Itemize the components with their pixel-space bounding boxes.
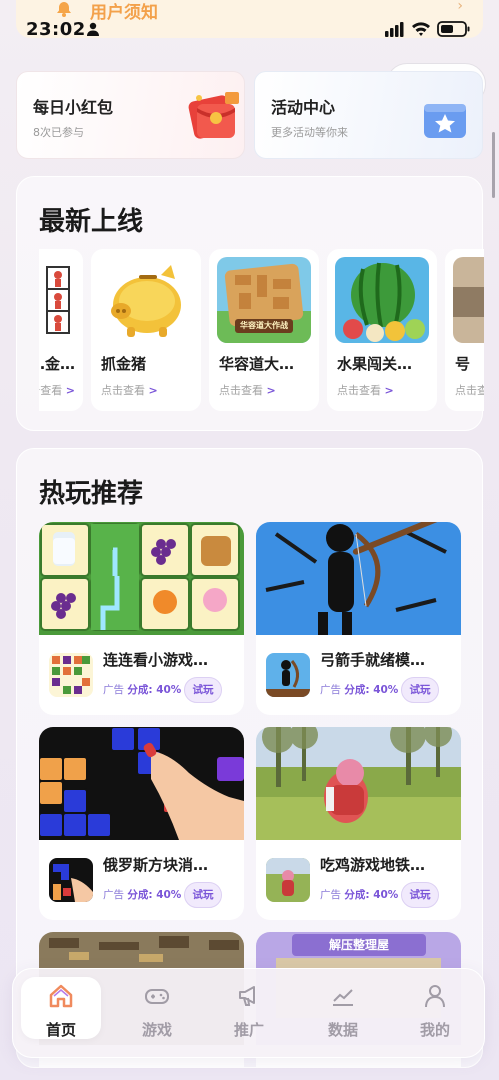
tab-games[interactable]: 游戏 bbox=[117, 977, 197, 1039]
chevron-right-icon: › bbox=[457, 0, 463, 14]
game-icon bbox=[49, 858, 93, 902]
home-icon bbox=[49, 984, 73, 1008]
new-game-card-2[interactable]: 抓金猪 点击查看 > bbox=[91, 249, 201, 411]
gamepad-icon bbox=[145, 989, 169, 1004]
tab-label: 游戏 bbox=[141, 1021, 172, 1039]
game-name: 华容道大… bbox=[219, 355, 295, 373]
person-icon bbox=[87, 22, 99, 36]
game-thumbnail bbox=[453, 257, 484, 343]
game-meta: 广告 分成: 40% bbox=[320, 889, 399, 901]
game-thumbnail bbox=[99, 257, 193, 343]
game-name: 抓金猪 bbox=[101, 355, 147, 373]
new-game-card-1[interactable]: …金… 点击查看 > bbox=[39, 249, 83, 411]
megaphone-icon bbox=[239, 986, 255, 1006]
tab-label: 数据 bbox=[327, 1021, 358, 1039]
signal-icon bbox=[385, 22, 404, 37]
game-name: 吃鸡游戏地铁… bbox=[320, 856, 426, 874]
wifi-icon bbox=[412, 22, 430, 36]
activity-center-card[interactable]: 活动中心 更多活动等你来 bbox=[254, 71, 483, 159]
gift-star-icon bbox=[424, 104, 466, 138]
scrollbar[interactable] bbox=[492, 132, 495, 198]
banner-caption: 解压整理屋 bbox=[328, 938, 389, 952]
hot-game-card-4[interactable]: 吃鸡游戏地铁… 广告 分成: 40% 试玩 bbox=[256, 727, 461, 920]
new-game-card-3[interactable]: 华容道大作战 华容道大… 点击查看 > bbox=[209, 249, 319, 411]
try-play-button[interactable]: 试玩 bbox=[401, 882, 439, 908]
game-name: 号 bbox=[455, 355, 471, 373]
view-link[interactable]: 点击查看 > bbox=[39, 382, 75, 398]
try-play-button[interactable]: 试玩 bbox=[401, 677, 439, 703]
game-name: 连连看小游戏… bbox=[103, 651, 209, 669]
game-thumbnail bbox=[39, 257, 75, 343]
redpack-subtitle: 8次已参与 bbox=[33, 126, 84, 139]
chart-icon bbox=[333, 989, 353, 1006]
game-thumbnail: 华容道大作战 bbox=[217, 257, 311, 343]
red-envelope-icon bbox=[188, 92, 239, 139]
tab-home[interactable]: 首页 bbox=[21, 977, 101, 1039]
notice-text: 用户须知 bbox=[90, 3, 158, 23]
daily-redpack-card[interactable]: 每日小红包 8次已参与 bbox=[16, 71, 245, 159]
new-releases-carousel[interactable]: …金… 点击查看 > 抓金猪 点击查看 > bbox=[39, 249, 484, 411]
game-name: 俄罗斯方块消… bbox=[103, 856, 209, 874]
game-icon bbox=[266, 653, 310, 697]
thumbnail-caption: 华容道大作战 bbox=[240, 321, 288, 330]
hot-game-card-1[interactable]: 连连看小游戏… 广告 分成: 40% 试玩 bbox=[39, 522, 244, 715]
hot-recommend-title: 热玩推荐 bbox=[39, 479, 144, 509]
game-meta: 广告 分成: 40% bbox=[103, 684, 182, 696]
game-banner bbox=[39, 727, 244, 840]
new-game-card-4[interactable]: 水果闯关… 点击查看 > bbox=[327, 249, 437, 411]
hot-game-card-2[interactable]: 弓箭手就绪模… 广告 分成: 40% 试玩 bbox=[256, 522, 461, 715]
activity-title: 活动中心 bbox=[271, 98, 336, 117]
new-releases-title: 最新上线 bbox=[39, 207, 144, 237]
game-banner bbox=[256, 727, 461, 840]
game-banner bbox=[39, 522, 244, 635]
tab-promote[interactable]: 推广 bbox=[209, 977, 289, 1039]
view-link[interactable]: 点击查看 > bbox=[219, 382, 276, 398]
try-play-button[interactable]: 试玩 bbox=[184, 677, 222, 703]
game-name: 水果闯关… bbox=[337, 355, 413, 373]
view-link[interactable]: 点击查看 bbox=[455, 382, 484, 398]
game-meta: 广告 分成: 40% bbox=[103, 889, 182, 901]
game-icon bbox=[266, 858, 310, 902]
new-releases-section: 最新上线 …金… 点击查看 > bbox=[16, 176, 484, 431]
game-thumbnail bbox=[335, 257, 429, 343]
activity-subtitle: 更多活动等你来 bbox=[271, 126, 348, 139]
tab-label: 我的 bbox=[419, 1021, 450, 1039]
status-indicators bbox=[385, 21, 470, 37]
try-play-button[interactable]: 试玩 bbox=[184, 882, 222, 908]
tab-data[interactable]: 数据 bbox=[303, 977, 383, 1039]
battery-icon bbox=[437, 21, 470, 37]
user-icon bbox=[425, 985, 445, 1008]
redpack-title: 每日小红包 bbox=[33, 98, 114, 117]
bell-icon bbox=[54, 1, 74, 17]
game-name: 弓箭手就绪模… bbox=[320, 651, 426, 669]
hot-game-card-3[interactable]: 俄罗斯方块消… 广告 分成: 40% 试玩 bbox=[39, 727, 244, 920]
game-meta: 广告 分成: 40% bbox=[320, 684, 399, 696]
status-time: 23:02 bbox=[26, 19, 86, 40]
view-link[interactable]: 点击查看 > bbox=[337, 382, 394, 398]
game-icon bbox=[49, 653, 93, 697]
tab-mine[interactable]: 我的 bbox=[395, 977, 475, 1039]
game-name: …金… bbox=[39, 355, 75, 373]
game-banner bbox=[256, 522, 461, 635]
tab-label: 推广 bbox=[233, 1021, 264, 1039]
bottom-tab-bar: 首页 游戏 推广 数据 我的 bbox=[12, 968, 485, 1058]
tab-label: 首页 bbox=[45, 1021, 76, 1039]
view-link[interactable]: 点击查看 > bbox=[101, 382, 158, 398]
new-game-card-5[interactable]: 号 点击查看 bbox=[445, 249, 484, 411]
